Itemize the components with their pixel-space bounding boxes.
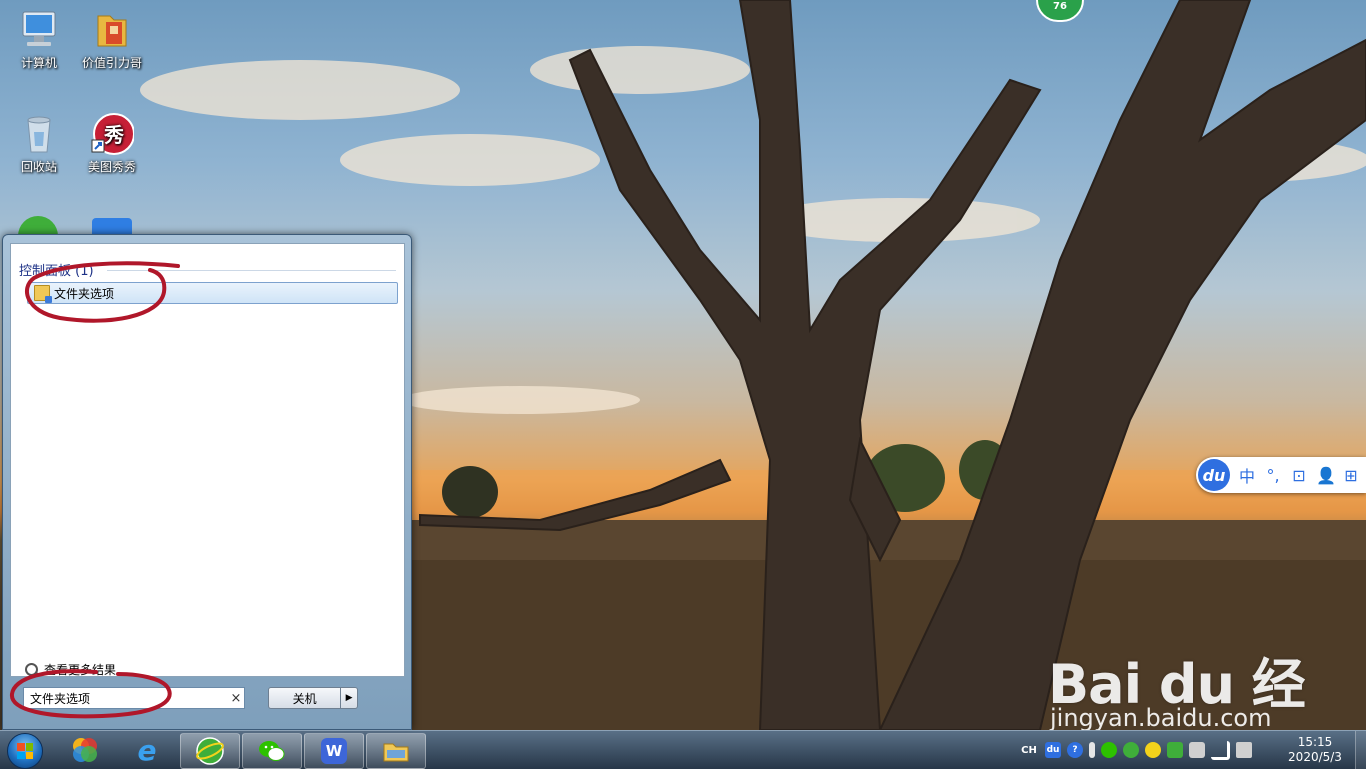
see-more-results-link[interactable]: 查看更多结果 [25, 661, 116, 678]
baidu-ime-logo[interactable]: du [1198, 459, 1230, 491]
meitu-glyph: 秀 [103, 123, 124, 147]
shutdown-button[interactable]: 关机 [268, 687, 342, 709]
show-desktop-button[interactable] [1355, 731, 1366, 769]
desktop-icon-label: 回收站 [20, 160, 57, 174]
ie-icon: e [137, 733, 157, 767]
shutdown-options-arrow-icon[interactable]: ▶ [341, 687, 358, 709]
divider [107, 270, 396, 271]
start-menu: 控制面板 (1) 文件夹选项 查看更多结果 × 关机 ▶ [2, 234, 412, 730]
ime-chinese-mode[interactable]: 中 [1238, 463, 1256, 487]
wechat-icon [259, 741, 285, 761]
ime-punctuation[interactable]: °, [1264, 466, 1282, 485]
taskbar-clock[interactable]: 15:15 2020/5/3 [1280, 733, 1350, 769]
search-icon [25, 663, 38, 676]
plus-icon[interactable] [1145, 742, 1161, 758]
network-icon[interactable] [1211, 740, 1230, 760]
shield-icon[interactable] [1167, 742, 1183, 758]
start-button[interactable] [4, 732, 44, 769]
remove-device-icon[interactable] [1189, 742, 1205, 758]
taskbar-app-360[interactable] [56, 733, 114, 767]
desktop-icon-computer[interactable]: 计算机 [2, 8, 76, 71]
clear-search-icon[interactable]: × [228, 691, 244, 706]
system-tray: CH du ? [1016, 733, 1255, 767]
taskbar-app-ie[interactable]: e [118, 733, 176, 767]
desktop-icon-label: 价值引力哥 [81, 56, 142, 70]
search-input[interactable] [28, 690, 228, 706]
results-group-header[interactable]: 控制面板 (1) [19, 260, 94, 279]
watermark-url: jingyan.baidu.com [1050, 704, 1272, 730]
taskbar: e W CH du ? 15:15 2020/5/3 [0, 730, 1366, 769]
desktop-icon-folder[interactable]: 价值引力哥 [75, 8, 149, 71]
user-icon[interactable]: 👤 [1316, 466, 1336, 485]
recycle-bin-icon [17, 112, 61, 156]
meitu-icon: 秀 [90, 112, 135, 156]
wechat-tray-icon[interactable] [1101, 742, 1117, 758]
wps-icon: W [321, 738, 347, 764]
folder-options-icon [34, 285, 52, 303]
language-indicator[interactable]: CH [1019, 742, 1039, 758]
see-more-label: 查看更多结果 [44, 663, 117, 677]
baidu-ime-tray-icon[interactable]: du [1045, 742, 1061, 758]
result-folder-options[interactable]: 文件夹选项 [27, 282, 398, 304]
taskbar-app-wps[interactable]: W [304, 733, 364, 769]
desktop-icon-label: 美图秀秀 [87, 160, 136, 174]
folder-icon [90, 8, 134, 52]
windows-logo-icon [7, 733, 43, 769]
volume-icon[interactable] [1236, 742, 1252, 758]
toolbox-icon[interactable]: ⊡ [1290, 466, 1308, 485]
ime-toolbar[interactable]: du 中 °, ⊡ 👤 ⊞ [1196, 457, 1366, 493]
360-browser-icon [196, 737, 224, 765]
desktop-icon-recycle-bin[interactable]: 回收站 [2, 112, 76, 175]
computer-icon [17, 8, 61, 52]
start-search-box[interactable]: × [23, 687, 245, 709]
baidu-jingyan-watermark: Bai du 经验 jingyan.baidu.com [1040, 618, 1340, 730]
grid-menu-icon[interactable]: ⊞ [1342, 466, 1360, 485]
desktop-icon-label: 计算机 [20, 56, 57, 70]
clock-time: 15:15 [1297, 735, 1333, 749]
explorer-icon [383, 743, 409, 762]
shutdown-group: 关机 ▶ [268, 687, 358, 709]
taskbar-app-wechat[interactable] [242, 733, 302, 769]
search-results-pane: 控制面板 (1) 文件夹选项 查看更多结果 [10, 243, 405, 677]
tray-expand-icon[interactable] [1089, 742, 1095, 758]
result-label: 文件夹选项 [54, 286, 115, 301]
clock-date: 2020/5/3 [1288, 750, 1342, 764]
desktop-icon-meitu[interactable]: 秀 美图秀秀 [75, 112, 149, 175]
taskbar-app-explorer[interactable] [366, 733, 426, 769]
help-icon[interactable]: ? [1067, 742, 1083, 758]
360-icon [73, 738, 97, 762]
360-browser-tray-icon[interactable] [1123, 742, 1139, 758]
taskbar-app-360-browser[interactable] [180, 733, 240, 769]
